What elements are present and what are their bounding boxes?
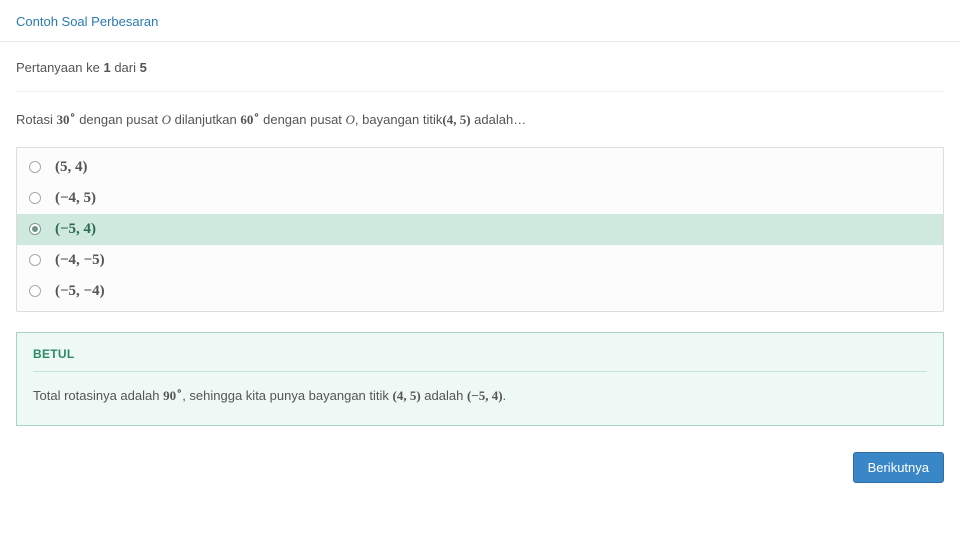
qtext-point: (4, 5)	[442, 112, 470, 127]
option-row-4[interactable]: (−5, −4)	[17, 276, 943, 307]
radio-icon	[29, 192, 41, 204]
option-label: (−4, −5)	[55, 252, 105, 269]
fb-point2: (−5, 4)	[467, 388, 503, 403]
feedback-title: BETUL	[33, 347, 927, 372]
fb-point1: (4, 5)	[393, 388, 421, 403]
question-text: Rotasi 30∘ dengan pusat O dilanjutkan 60…	[16, 92, 944, 147]
counter-total: 5	[140, 60, 147, 75]
option-label: (−5, 4)	[55, 221, 96, 238]
radio-icon	[29, 161, 41, 173]
content-area: Pertanyaan ke 1 dari 5 Rotasi 30∘ dengan…	[0, 42, 960, 452]
qtext-part: adalah…	[471, 112, 527, 127]
footer: Berikutnya	[0, 452, 960, 497]
qtext-part: , bayangan titik	[355, 112, 442, 127]
header: Contoh Soal Perbesaran	[0, 0, 960, 42]
qtext-part: dengan pusat	[260, 112, 346, 127]
option-row-0[interactable]: (5, 4)	[17, 152, 943, 183]
option-row-3[interactable]: (−4, −5)	[17, 245, 943, 276]
fb-part: adalah	[421, 388, 467, 403]
breadcrumb-link[interactable]: Contoh Soal Perbesaran	[16, 14, 158, 29]
next-button[interactable]: Berikutnya	[853, 452, 944, 483]
qtext-center1: O	[162, 112, 171, 127]
qtext-deg1: 30	[56, 112, 69, 127]
fb-part: .	[503, 388, 507, 403]
option-label: (5, 4)	[55, 159, 88, 176]
qtext-deg2: 60	[240, 112, 253, 127]
radio-dot	[32, 226, 38, 232]
qtext-part: Rotasi	[16, 112, 56, 127]
qtext-part: dilanjutkan	[171, 112, 240, 127]
fb-deg: 90	[163, 388, 176, 403]
option-row-1[interactable]: (−4, 5)	[17, 183, 943, 214]
option-label: (−5, −4)	[55, 283, 105, 300]
radio-icon	[29, 254, 41, 266]
feedback-box: BETUL Total rotasinya adalah 90∘, sehing…	[16, 332, 944, 426]
option-label: (−4, 5)	[55, 190, 96, 207]
qtext-center2: O	[346, 112, 355, 127]
option-row-2[interactable]: (−5, 4)	[17, 214, 943, 245]
question-counter: Pertanyaan ke 1 dari 5	[16, 60, 944, 92]
fb-part: , sehingga kita punya bayangan titik	[182, 388, 392, 403]
options-list: (5, 4) (−4, 5) (−5, 4) (−4, −5) (−5, −4)	[16, 147, 944, 312]
counter-of: dari	[114, 60, 136, 75]
qtext-part: dengan pusat	[76, 112, 162, 127]
feedback-body: Total rotasinya adalah 90∘, sehingga kit…	[33, 386, 927, 407]
counter-prefix: Pertanyaan ke	[16, 60, 100, 75]
fb-part: Total rotasinya adalah	[33, 388, 163, 403]
counter-current: 1	[103, 60, 110, 75]
radio-icon	[29, 285, 41, 297]
radio-icon	[29, 223, 41, 235]
